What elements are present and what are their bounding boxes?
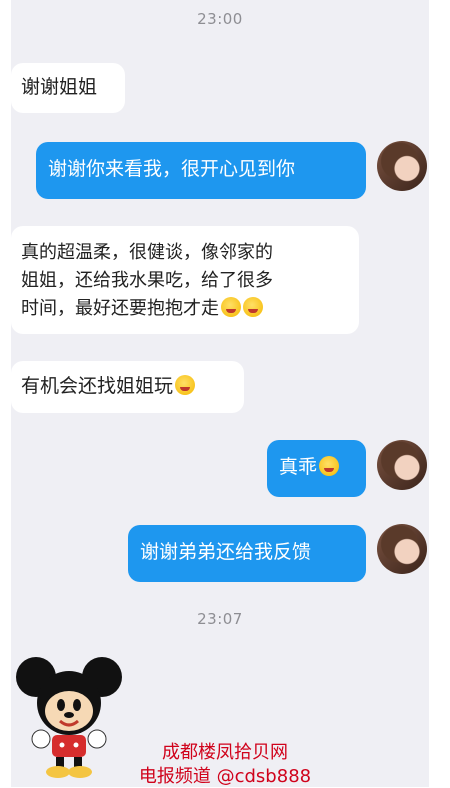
timestamp-2: 23:07 <box>197 610 243 628</box>
message-text: 有机会还找姐姐玩 <box>21 375 174 397</box>
incoming-message-2[interactable]: 真的超温柔，很健谈，像邻家的 姐姐，还给我水果吃，给了很多 时间，最好还要抱抱才… <box>11 226 359 334</box>
right-edge <box>429 0 450 787</box>
avatar[interactable] <box>377 524 427 574</box>
incoming-message-3[interactable]: 有机会还找姐姐玩 <box>11 361 244 413</box>
watermark-line-1: 成都楼凤拾贝网 <box>162 742 288 763</box>
message-text-line: 真的超温柔，很健谈，像邻家的 <box>21 242 273 263</box>
outgoing-message-2[interactable]: 真乖 <box>267 440 366 497</box>
avatar[interactable] <box>377 141 427 191</box>
incoming-message-1[interactable]: 谢谢姐姐 <box>11 63 125 113</box>
avatar[interactable] <box>377 440 427 490</box>
message-text: 谢谢姐姐 <box>21 76 98 98</box>
message-text: 谢谢弟弟还给我反馈 <box>140 541 312 563</box>
watermark-line-2: 电报频道 @cdsb888 <box>138 766 312 787</box>
message-text: 谢谢你来看我，很开心见到你 <box>48 158 296 180</box>
left-edge <box>0 0 11 787</box>
message-text-line: 时间，最好还要抱抱才走 <box>21 295 349 323</box>
message-text: 时间，最好还要抱抱才走 <box>21 298 219 319</box>
message-text-line: 姐姐，还给我水果吃，给了很多 <box>21 270 273 291</box>
timestamp-1: 23:00 <box>197 10 243 28</box>
hugging-face-emoji-icon <box>221 297 241 317</box>
hugging-face-emoji-icon <box>243 297 263 317</box>
fearful-face-emoji-icon <box>175 375 196 395</box>
outgoing-message-3[interactable]: 谢谢弟弟还给我反馈 <box>128 525 366 582</box>
smiling-blush-emoji-icon <box>319 456 340 476</box>
outgoing-message-1[interactable]: 谢谢你来看我，很开心见到你 <box>36 142 366 199</box>
message-text: 真乖 <box>279 456 318 478</box>
